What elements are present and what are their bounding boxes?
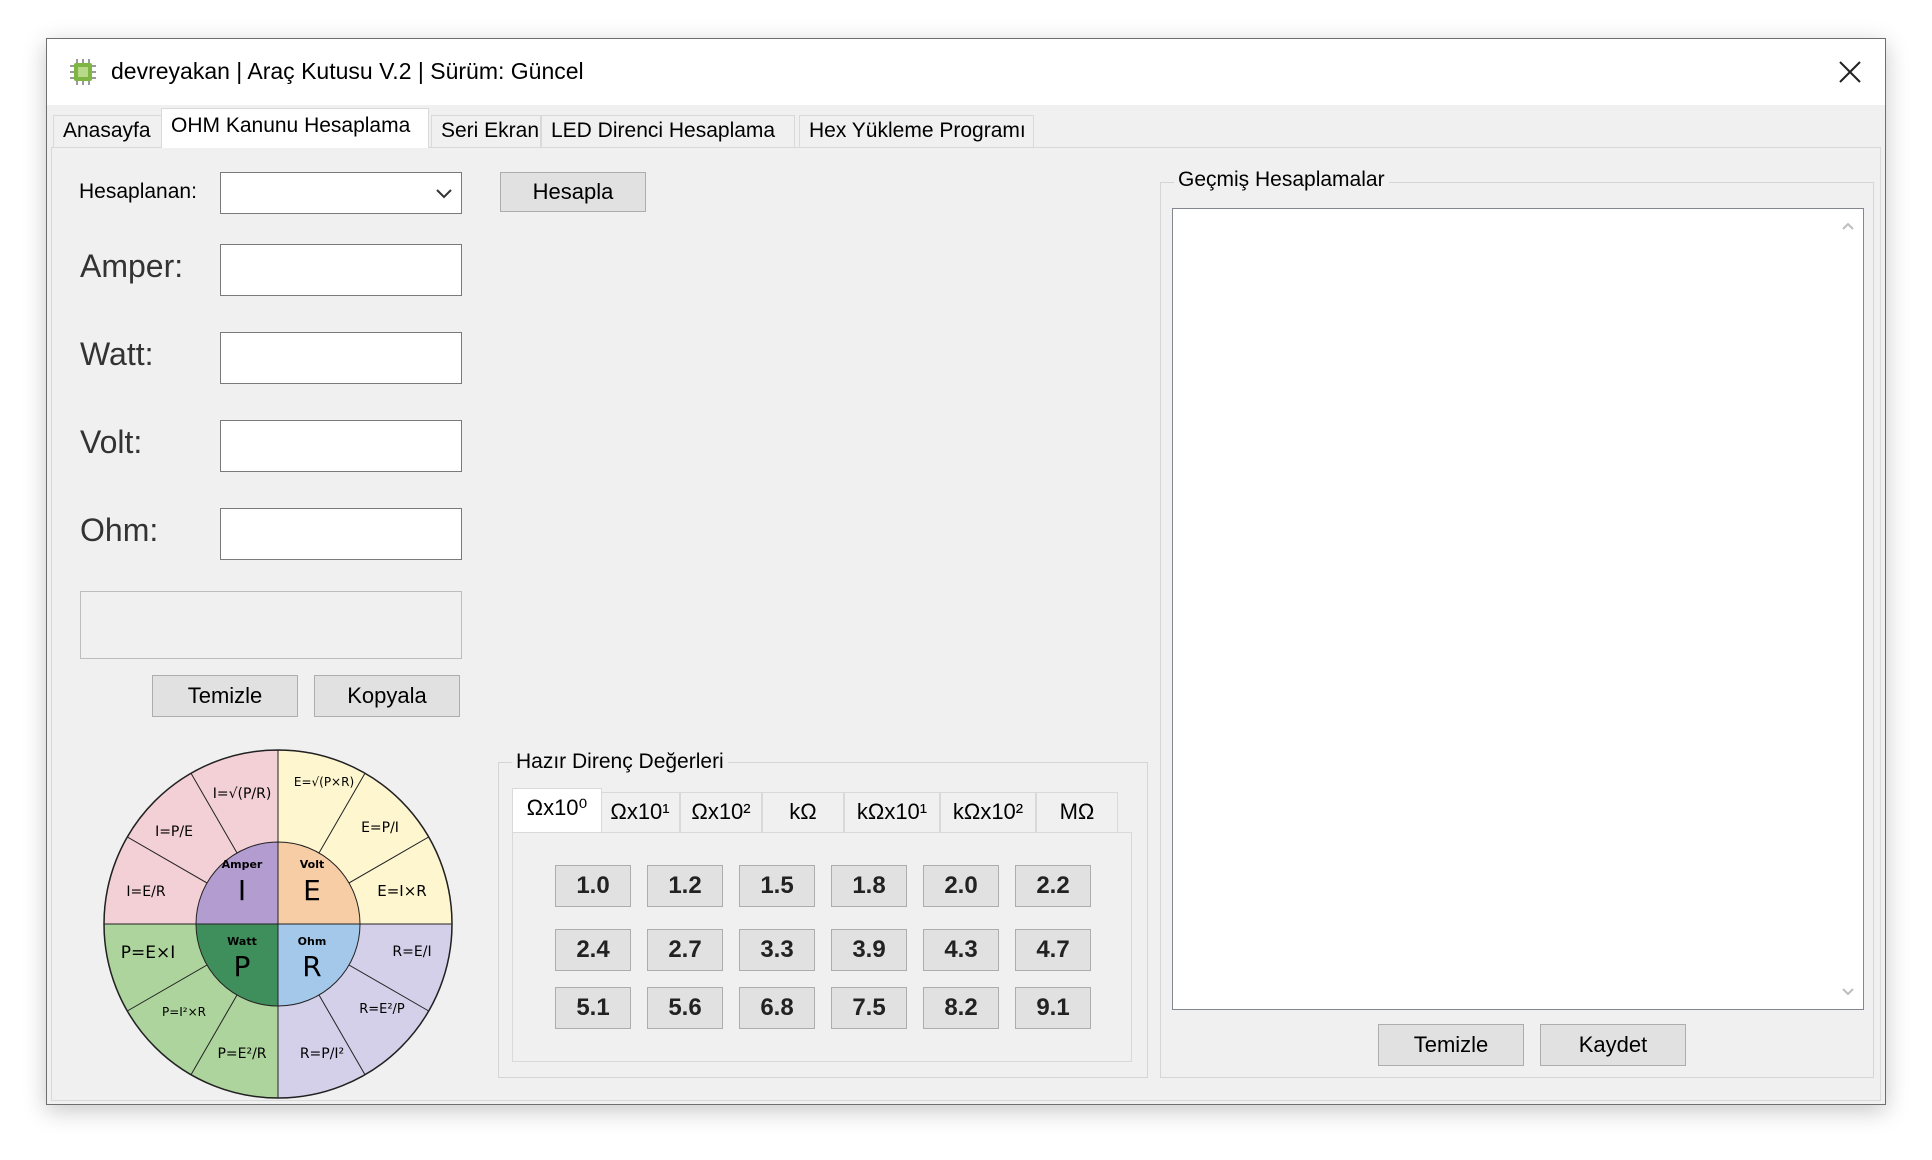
preset-tab-ohm-x1[interactable]: Ωx10⁰ [512, 788, 602, 832]
chip-icon [70, 59, 96, 85]
preset-value-button[interactable]: 7.5 [831, 987, 907, 1029]
preset-value-button[interactable]: 5.1 [555, 987, 631, 1029]
app-window: devreyakan | Araç Kutusu V.2 | Sürüm: Gü… [46, 38, 1886, 1105]
preset-value-button[interactable]: 5.6 [647, 987, 723, 1029]
center-amper-small: Amper [222, 858, 263, 871]
preset-values-title: Hazır Direnç Değerleri [512, 750, 728, 774]
preset-value-button[interactable]: 1.8 [831, 865, 907, 907]
preset-tab-ohm-x100[interactable]: Ωx10² [680, 792, 762, 832]
preset-value-button[interactable]: 4.3 [923, 929, 999, 971]
center-amper-big: I [238, 874, 246, 907]
formula-i-e-r: I=E/R [126, 884, 165, 900]
scroll-down-icon[interactable] [1841, 987, 1855, 997]
preset-value-button[interactable]: 2.2 [1015, 865, 1091, 907]
preset-tab-kohm[interactable]: kΩ [762, 792, 844, 832]
scroll-up-icon[interactable] [1841, 221, 1855, 231]
formula-p-i2r: P=I²×R [162, 1005, 206, 1019]
formula-r-p-i2: R=P/I² [300, 1046, 344, 1062]
ohm-label: Ohm: [80, 512, 159, 548]
volt-input[interactable] [220, 420, 462, 472]
calculate-button[interactable]: Hesapla [500, 172, 646, 212]
history-list[interactable] [1172, 208, 1864, 1010]
preset-tab-mohm[interactable]: MΩ [1036, 792, 1118, 832]
preset-value-button[interactable]: 2.4 [555, 929, 631, 971]
formula-p-e2-r: P=E²/R [217, 1046, 266, 1062]
ohm-input[interactable] [220, 508, 462, 560]
selector-label: Hesaplanan: [79, 180, 197, 203]
center-volt-small: Volt [300, 858, 325, 871]
preset-value-button[interactable]: 9.1 [1015, 987, 1091, 1029]
calculated-quantity-select[interactable] [220, 172, 462, 214]
center-watt-small: Watt [227, 935, 257, 948]
preset-value-button[interactable]: 1.2 [647, 865, 723, 907]
ohm-law-wheel: Amper I Volt E Watt P Ohm R I=√(P/R) I=P… [103, 749, 453, 1099]
center-ohm-big: R [302, 950, 321, 983]
main-tab-strip: Anasayfa OHM Kanunu Hesaplama Seri Ekran… [47, 105, 1885, 148]
preset-value-button[interactable]: 2.7 [647, 929, 723, 971]
result-box [80, 591, 462, 659]
amper-input[interactable] [220, 244, 462, 296]
formula-i-p-e: I=P/E [155, 824, 193, 840]
tab-anasayfa[interactable]: Anasayfa [53, 115, 163, 147]
formula-e-p-i: E=P/I [361, 820, 399, 836]
history-scrollbar[interactable] [1833, 209, 1863, 1009]
volt-label: Volt: [80, 424, 143, 460]
preset-value-button[interactable]: 3.9 [831, 929, 907, 971]
clear-button[interactable]: Temizle [152, 675, 298, 717]
preset-tab-ohm-x10[interactable]: Ωx10¹ [600, 792, 680, 832]
watt-label: Watt: [80, 336, 154, 372]
formula-e-i-r: E=I×R [377, 882, 426, 900]
preset-tab-kohm-x10[interactable]: kΩx10¹ [844, 792, 940, 832]
center-watt-big: P [234, 950, 251, 983]
preset-value-button[interactable]: 1.5 [739, 865, 815, 907]
watt-input[interactable] [220, 332, 462, 384]
formula-r-e2-p: R=E²/P [359, 1002, 405, 1017]
copy-button[interactable]: Kopyala [314, 675, 460, 717]
formula-e-sqrt: E=√(P×R) [294, 775, 354, 789]
window-title: devreyakan | Araç Kutusu V.2 | Sürüm: Gü… [111, 58, 584, 84]
formula-p-e-i: P=E×I [121, 943, 176, 963]
formula-i-sqrt: I=√(P/R) [213, 786, 272, 802]
preset-values-page: 1.0 1.2 1.5 1.8 2.0 2.2 2.4 2.7 3.3 3.9 … [512, 832, 1132, 1062]
tab-hex-yukleme-programi[interactable]: Hex Yükleme Programı [799, 115, 1034, 147]
title-bar: devreyakan | Araç Kutusu V.2 | Sürüm: Gü… [47, 39, 1885, 105]
tab-led-direnci-hesaplama[interactable]: LED Direnci Hesaplama [541, 115, 795, 147]
amper-label: Amper: [80, 248, 184, 284]
preset-tab-kohm-x100[interactable]: kΩx10² [940, 792, 1036, 832]
tab-ohm-kanunu-hesaplama[interactable]: OHM Kanunu Hesaplama [161, 108, 429, 148]
close-icon[interactable] [1821, 45, 1879, 99]
preset-value-button[interactable]: 1.0 [555, 865, 631, 907]
tab-seri-ekran[interactable]: Seri Ekran [431, 115, 541, 147]
formula-r-e-i: R=E/I [392, 944, 431, 960]
history-clear-button[interactable]: Temizle [1378, 1024, 1524, 1066]
center-volt-big: E [303, 874, 321, 907]
preset-value-button[interactable]: 2.0 [923, 865, 999, 907]
history-title: Geçmiş Hesaplamalar [1174, 168, 1389, 192]
ohm-tab-page: Hesaplanan: Hesapla Amper: Watt: Volt: O… [51, 147, 1881, 1101]
preset-value-button[interactable]: 6.8 [739, 987, 815, 1029]
preset-value-button[interactable]: 3.3 [739, 929, 815, 971]
center-ohm-small: Ohm [298, 935, 327, 948]
history-save-button[interactable]: Kaydet [1540, 1024, 1686, 1066]
preset-value-button[interactable]: 8.2 [923, 987, 999, 1029]
chevron-down-icon [436, 189, 452, 199]
preset-value-button[interactable]: 4.7 [1015, 929, 1091, 971]
